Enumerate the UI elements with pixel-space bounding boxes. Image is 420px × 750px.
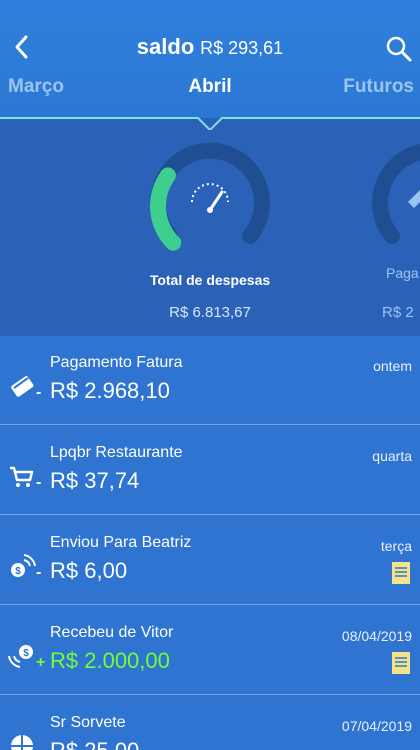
list-item[interactable]: $ Enviou Para Beatriz - R$ 6,00 terça — [0, 516, 420, 605]
month-tabs: Março Abril Futuros — [0, 76, 420, 102]
total-expenses-label: Total de despesas — [149, 272, 271, 288]
transaction-list: Pagamento Fatura - R$ 2.968,10 ontem Lpq… — [0, 336, 420, 750]
transaction-sign: - — [36, 474, 42, 491]
transaction-name: Enviou Para Beatriz — [50, 534, 192, 551]
money-sent-icon: $ — [11, 554, 36, 577]
list-item[interactable]: Pagamento Fatura - R$ 2.968,10 ontem — [0, 336, 420, 425]
transaction-sign: - — [36, 384, 42, 401]
balance-label: saldo — [136, 34, 195, 59]
transaction-sign: - — [36, 744, 41, 750]
transaction-name: Sr Sorvete — [50, 714, 126, 731]
transaction-amount: R$ 2.000,00 — [50, 648, 170, 673]
transaction-name: Pagamento Fatura — [50, 354, 183, 371]
svg-text:$: $ — [15, 566, 21, 577]
list-item[interactable]: $ Recebeu de Vitor + R$ 2.000,00 08/04/2… — [0, 606, 420, 695]
total-expenses-value: R$ 6.813,67 — [169, 304, 251, 321]
transaction-date: 07/04/2019 — [341, 718, 412, 734]
receipt-icon[interactable] — [390, 560, 412, 586]
transaction-name: Recebeu de Vitor — [50, 624, 174, 641]
shopping-cart-icon — [10, 466, 34, 487]
transaction-amount: R$ 25,00 — [50, 738, 139, 750]
transaction-date: quarta — [372, 448, 412, 464]
transaction-sign: + — [36, 654, 46, 671]
transaction-name: Lpqbr Restaurante — [50, 444, 183, 461]
list-item[interactable]: Sr Sorvete - R$ 25,00 07/04/2019 — [0, 696, 420, 750]
second-summary-value: R$ 2 — [382, 304, 414, 321]
receipt-icon[interactable] — [390, 650, 412, 676]
balance-value: R$ 293,61 — [200, 38, 284, 58]
transaction-amount: R$ 6,00 — [50, 558, 128, 583]
transaction-date: 08/04/2019 — [341, 628, 412, 644]
restaurant-icon — [11, 735, 33, 750]
expense-summary: Total de despesas R$ 6.813,67 Paga de f … — [0, 118, 420, 336]
credit-card-icon — [11, 376, 34, 397]
tab-future[interactable]: Futuros — [343, 76, 414, 98]
expense-gauge[interactable] — [146, 142, 274, 270]
tab-indicator — [0, 117, 420, 130]
speedometer-icon — [191, 183, 229, 213]
svg-text:$: $ — [23, 648, 29, 659]
page-title: saldo R$ 293,61 — [0, 34, 420, 60]
transaction-date: terça — [380, 538, 412, 554]
second-gauge[interactable] — [368, 142, 420, 270]
search-icon[interactable] — [384, 34, 414, 64]
money-received-icon: $ — [8, 645, 33, 668]
app-header: saldo R$ 293,61 Março Abril Futuros — [0, 0, 420, 118]
transaction-amount: R$ 2.968,10 — [50, 378, 170, 403]
second-summary-label: Paga de f — [386, 265, 420, 281]
transaction-date: ontem — [373, 358, 412, 374]
list-item[interactable]: Lpqbr Restaurante - R$ 37,74 quarta — [0, 426, 420, 515]
transaction-amount: R$ 37,74 — [50, 468, 140, 493]
transaction-sign: - — [36, 564, 42, 581]
